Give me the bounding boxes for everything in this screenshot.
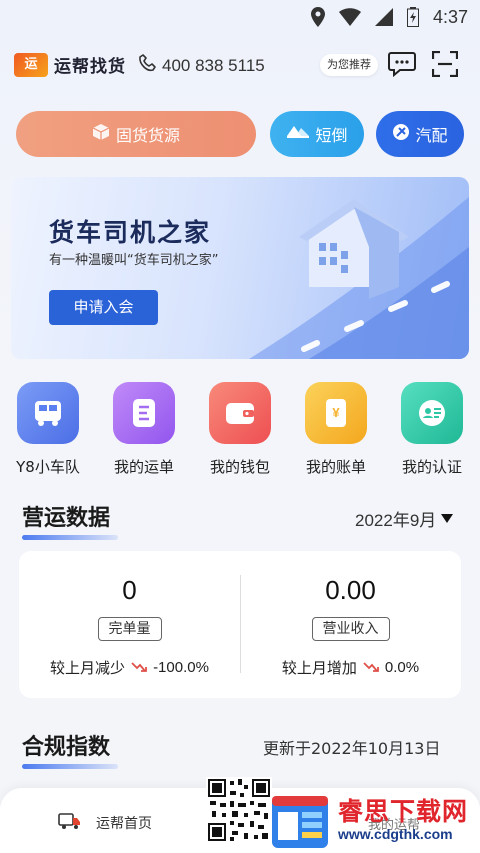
message-icon xyxy=(388,52,416,81)
logo-text: 运帮找货 xyxy=(54,57,126,77)
menu-label: 我的钱包 xyxy=(209,458,270,476)
stat-tag: 营业收入 xyxy=(311,617,390,641)
menu-label: 我的账单 xyxy=(305,458,366,476)
compliance-updated: 更新于2022年10月13日 xyxy=(263,739,441,758)
truck-fleet-icon xyxy=(17,382,79,444)
fixed-cargo-button[interactable]: 固货货源 xyxy=(16,111,256,157)
stat-completed-orders[interactable]: 0 完单量 较上月减少 -100.0% xyxy=(19,551,240,698)
menu-item-wallet[interactable]: 我的钱包 xyxy=(192,382,288,477)
truck-icon xyxy=(286,124,310,144)
stat-tag: 完单量 xyxy=(97,617,162,641)
quick-actions: 固货货源 短倒 汽配 xyxy=(0,111,480,157)
month-dropdown[interactable]: 2022年9月 xyxy=(355,506,454,531)
truck-icon xyxy=(58,812,82,834)
hotline-number: 400 838 5115 xyxy=(162,55,265,75)
svg-text:¥: ¥ xyxy=(332,405,340,420)
join-button[interactable]: 申请入会 xyxy=(49,290,158,325)
operations-title-text: 营运数据 xyxy=(22,506,111,531)
wifi-icon xyxy=(338,8,361,26)
bill-icon: ¥ xyxy=(305,382,367,444)
nav-home[interactable]: 运帮首页 xyxy=(58,812,152,834)
menu-label: 我的认证 xyxy=(401,458,462,476)
id-card-icon xyxy=(401,382,463,444)
short-haul-button[interactable]: 短倒 xyxy=(270,111,364,157)
month-value: 2022年9月 xyxy=(355,511,437,530)
menu-label: 我的运单 xyxy=(113,458,174,476)
feature-menu: Y8小车队 我的运单 我的钱包 ¥ 我的账单 我的认证 xyxy=(0,382,480,482)
auto-parts-label: 汽配 xyxy=(415,126,448,145)
stat-revenue[interactable]: 0.00 营业收入 较上月增加 0.0% xyxy=(240,551,461,698)
watermark-logo xyxy=(272,796,328,848)
compare-pct: -100.0% xyxy=(153,659,209,676)
fixed-cargo-label: 固货货源 xyxy=(115,126,180,145)
compliance-title-text: 合规指数 xyxy=(22,735,111,760)
site-watermark: 睿思下载网 www.cdgthk.com xyxy=(270,790,480,853)
watermark-url: www.cdgthk.com xyxy=(338,826,453,842)
stats-card: 0 完单量 较上月减少 -100.0% 0.00 营业收入 较上月增加 0.0% xyxy=(19,551,461,698)
phone-icon xyxy=(138,53,158,78)
wallet-icon xyxy=(209,382,271,444)
stat-value: 0 xyxy=(122,575,137,605)
stat-compare: 较上月增加 0.0% xyxy=(240,657,461,678)
message-button[interactable] xyxy=(388,51,416,81)
app-logo: 运 运帮找货 xyxy=(14,52,126,77)
wrench-icon xyxy=(392,123,410,145)
signal-icon xyxy=(374,8,393,26)
location-icon xyxy=(310,7,325,27)
logo-mark: 运 xyxy=(14,52,48,77)
hotline[interactable]: 400 838 5115 xyxy=(138,53,265,78)
trend-down-icon xyxy=(131,659,147,677)
app-header: 运 运帮找货 400 838 5115 为您推荐 xyxy=(0,44,480,84)
auto-parts-button[interactable]: 汽配 xyxy=(376,111,464,157)
trend-down-icon xyxy=(363,659,379,677)
caret-down-icon xyxy=(441,509,454,529)
watermark-name: 睿思下载网 xyxy=(338,797,469,826)
compliance-title: 合规指数 xyxy=(22,729,118,769)
compare-pct: 0.0% xyxy=(384,659,420,676)
compare-label: 较上月增加 xyxy=(281,659,357,677)
battery-icon xyxy=(406,7,419,27)
menu-item-certification[interactable]: 我的认证 xyxy=(384,382,480,477)
qr-code xyxy=(206,777,272,843)
menu-item-bill[interactable]: ¥ 我的账单 xyxy=(288,382,384,477)
recommend-button[interactable]: 为您推荐 xyxy=(320,54,378,76)
menu-item-fleet[interactable]: Y8小车队 xyxy=(0,382,96,477)
promo-banner[interactable]: 货车司机之家 有一种温暖叫“货车司机之家” 申请入会 xyxy=(11,177,469,359)
title-underline xyxy=(22,764,118,769)
short-haul-label: 短倒 xyxy=(315,126,348,145)
status-bar: 4:37 xyxy=(0,0,480,34)
nav-home-label: 运帮首页 xyxy=(96,816,152,832)
house-road-illustration xyxy=(249,197,469,359)
stat-value: 0.00 xyxy=(325,575,376,605)
menu-label: Y8小车队 xyxy=(16,458,80,476)
menu-item-waybill[interactable]: 我的运单 xyxy=(96,382,192,477)
scan-icon xyxy=(431,50,459,81)
stat-compare: 较上月减少 -100.0% xyxy=(19,657,240,678)
banner-subtitle: 有一种温暖叫“货车司机之家” xyxy=(49,253,219,268)
title-underline xyxy=(22,535,118,540)
clock: 4:37 xyxy=(432,6,468,27)
banner-title: 货车司机之家 xyxy=(49,218,212,247)
compare-label: 较上月减少 xyxy=(50,659,126,677)
waybill-icon xyxy=(113,382,175,444)
operations-title: 营运数据 xyxy=(22,500,118,540)
box-icon xyxy=(92,123,110,145)
scan-button[interactable] xyxy=(431,50,459,81)
